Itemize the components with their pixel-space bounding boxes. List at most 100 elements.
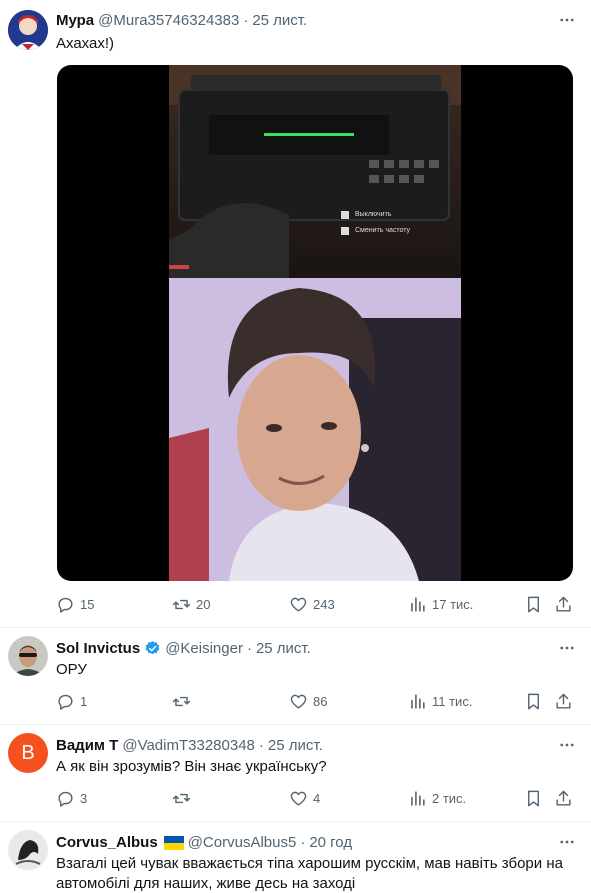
share-button[interactable]: [554, 692, 573, 711]
repost-icon: [172, 793, 191, 804]
views-button[interactable]: 11 тис.: [408, 692, 472, 711]
views-count: 17 тис.: [432, 597, 474, 612]
reply-icon: [58, 694, 73, 710]
views-button[interactable]: 2 тис.: [408, 789, 466, 808]
reply-button[interactable]: 3: [56, 789, 87, 808]
reply-count: 1: [80, 694, 88, 709]
repost-count: 20: [196, 597, 211, 612]
tweet-header: Мура @Mura35746324383 · 25 лист.: [56, 12, 307, 29]
tweet-actions: 1 86 11 тис.: [56, 692, 576, 712]
more-icon: [560, 743, 574, 747]
more-icon: [560, 840, 574, 844]
user-handle[interactable]: @VadimT33280348: [122, 737, 255, 754]
bookmark-button[interactable]: [524, 692, 543, 711]
reply-count: 15: [80, 597, 95, 612]
separator-dot: ·: [258, 737, 264, 754]
verified-badge: [144, 640, 161, 657]
display-name[interactable]: Sol Invictus: [56, 640, 140, 657]
reply-icon: [58, 597, 73, 613]
video-webcam-frame: [169, 278, 461, 581]
share-icon: [556, 596, 571, 612]
user-handle[interactable]: @CorvusAlbus5: [188, 834, 297, 851]
more-button[interactable]: [557, 638, 577, 658]
like-icon: [290, 694, 307, 709]
like-button[interactable]: 86: [289, 692, 327, 711]
ukraine-flag-icon: [163, 835, 184, 850]
views-icon: [411, 597, 425, 612]
reply-count: 3: [80, 791, 88, 806]
share-icon: [556, 790, 571, 806]
user-handle[interactable]: @Mura35746324383: [98, 12, 239, 29]
bookmark-button[interactable]: [524, 595, 543, 614]
like-count: 86: [313, 694, 328, 709]
tweet-text: А як він зрозумів? Він знає українську?: [56, 758, 327, 775]
views-button[interactable]: 17 тис.: [408, 595, 473, 614]
like-button[interactable]: 4: [289, 789, 320, 808]
tweet-corvus-albus[interactable]: Corvus_Albus @CorvusAlbus5 · 20 год Взаг…: [0, 822, 591, 893]
share-icon: [556, 693, 571, 709]
views-icon: [411, 791, 425, 806]
avatar-letter: B: [21, 741, 35, 764]
timestamp[interactable]: 25 лист.: [252, 12, 307, 29]
separator-dot: ·: [246, 640, 252, 657]
tweet-actions: 3 4 2 тис.: [56, 789, 576, 809]
repost-button[interactable]: [172, 692, 196, 711]
repost-button[interactable]: [172, 789, 196, 808]
repost-icon: [172, 696, 191, 707]
verified-icon: [145, 641, 160, 655]
timestamp[interactable]: 25 лист.: [256, 640, 311, 657]
video-overlay-option-1: Выключить: [355, 211, 392, 218]
timestamp[interactable]: 25 лист.: [268, 737, 323, 754]
like-icon: [290, 597, 307, 612]
reply-icon: [58, 791, 73, 807]
like-count: 243: [313, 597, 335, 612]
user-handle[interactable]: @Keisinger: [165, 640, 243, 657]
separator-dot: ·: [300, 834, 306, 851]
timestamp[interactable]: 20 год: [309, 834, 352, 851]
avatar[interactable]: [8, 830, 48, 870]
display-name[interactable]: Corvus_Albus: [56, 834, 158, 851]
more-icon: [560, 18, 574, 22]
reply-button[interactable]: 1: [56, 692, 87, 711]
bookmark-icon: [528, 693, 539, 710]
views-count: 2 тис.: [432, 791, 467, 806]
like-count: 4: [313, 791, 321, 806]
tweet-header: Sol Invictus @Keisinger · 25 лист.: [56, 640, 311, 657]
bookmark-icon: [528, 596, 539, 613]
streamer-illustration: [169, 278, 461, 581]
bookmark-icon: [528, 790, 539, 807]
repost-icon: [172, 599, 191, 610]
display-name[interactable]: Вадим Т: [56, 737, 118, 754]
more-button[interactable]: [557, 735, 577, 755]
tweet-text: ОРУ: [56, 661, 87, 678]
radio-illustration: [169, 65, 461, 278]
share-button[interactable]: [554, 595, 573, 614]
separator-dot: ·: [243, 12, 249, 29]
tweet-header: Corvus_Albus @CorvusAlbus5 · 20 год: [56, 834, 352, 851]
views-count: 11 тис.: [432, 694, 473, 709]
tweet-header: Вадим Т @VadimT33280348 · 25 лист.: [56, 737, 323, 754]
views-icon: [411, 694, 425, 709]
more-button[interactable]: [557, 10, 577, 30]
like-icon: [290, 791, 307, 806]
reply-button[interactable]: 15: [56, 595, 94, 614]
avatar[interactable]: [8, 636, 48, 676]
more-button[interactable]: [557, 832, 577, 852]
tweet-actions: 15 20 243 17 тис.: [56, 595, 576, 615]
tweet-vadym[interactable]: B Вадим Т @VadimT33280348 · 25 лист. А я…: [0, 725, 591, 822]
bookmark-button[interactable]: [524, 789, 543, 808]
share-button[interactable]: [554, 789, 573, 808]
more-icon: [560, 646, 574, 650]
tweet-mura[interactable]: Мура @Mura35746324383 · 25 лист. Ахахах!…: [0, 0, 591, 628]
avatar[interactable]: B: [8, 733, 48, 773]
like-button[interactable]: 243: [289, 595, 335, 614]
repost-button[interactable]: 20: [172, 595, 210, 614]
flag-badge: [163, 835, 184, 850]
video-game-frame: Выключить Сменить частоту: [169, 65, 461, 278]
avatar[interactable]: [8, 10, 48, 50]
display-name[interactable]: Мура: [56, 12, 94, 29]
tweet-video[interactable]: Выключить Сменить частоту: [57, 65, 573, 581]
tweet-text: Ахахах!): [56, 35, 115, 52]
tweet-sol-invictus[interactable]: Sol Invictus @Keisinger · 25 лист. ОРУ 1…: [0, 628, 591, 725]
video-overlay-option-2: Сменить частоту: [355, 227, 411, 234]
